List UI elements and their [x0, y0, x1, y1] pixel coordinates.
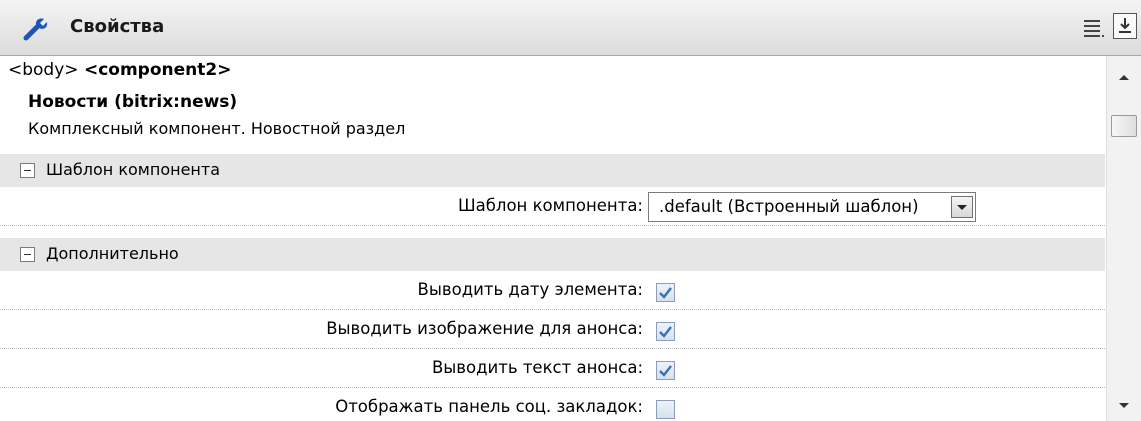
section-additional[interactable]: Дополнительно [0, 238, 1105, 271]
property-label: Выводить изображение для анонса: [326, 319, 643, 338]
properties-content: <body> <component2> Новости (bitrix:news… [0, 56, 1115, 421]
scroll-up-icon[interactable] [1117, 72, 1131, 82]
scrollbar-thumb[interactable] [1111, 115, 1137, 137]
section-component-template[interactable]: Шаблон компонента [0, 154, 1105, 187]
dock-down-button[interactable] [1113, 13, 1137, 39]
property-row-template: Шаблон компонента: .default (Встроенный … [0, 187, 1105, 226]
wrench-icon [23, 18, 48, 41]
properties-panel: Свойства <body> <component2> Новости (bi… [0, 0, 1141, 421]
check-icon [659, 326, 672, 338]
property-row-show-preview-image: Выводить изображение для анонса: [0, 310, 1105, 349]
show-preview-text-checkbox[interactable] [656, 361, 675, 380]
property-row-social-bookmarks: Отображать панель соц. закладок: [0, 388, 1105, 421]
chevron-down-icon[interactable] [951, 196, 973, 218]
property-label: Шаблон компонента: [457, 196, 643, 215]
scroll-down-icon[interactable] [1117, 401, 1131, 411]
property-row-show-preview-text: Выводить текст анонса: [0, 349, 1105, 388]
check-icon [659, 365, 672, 377]
collapse-icon[interactable] [20, 247, 35, 262]
property-label: Выводить текст анонса: [431, 358, 643, 377]
social-bookmarks-checkbox[interactable] [656, 400, 675, 419]
show-preview-image-checkbox[interactable] [656, 322, 675, 341]
show-date-checkbox[interactable] [656, 283, 675, 302]
collapse-icon[interactable] [20, 163, 35, 178]
panel-title: Свойства [70, 16, 165, 37]
dock-down-icon [1119, 18, 1131, 33]
select-value: .default (Встроенный шаблон) [659, 197, 919, 216]
property-label: Отображать панель соц. закладок: [335, 397, 643, 416]
breadcrumb: <body> <component2> [8, 60, 231, 80]
property-row-show-date: Выводить дату элемента: [0, 271, 1105, 310]
check-icon [659, 287, 672, 299]
list-menu-icon[interactable] [1082, 16, 1106, 40]
panel-header: Свойства [0, 0, 1141, 56]
component-name: Новости (bitrix:news) [28, 92, 238, 112]
breadcrumb-parent[interactable]: <body> [8, 60, 79, 80]
property-label: Выводить дату элемента: [417, 280, 643, 299]
template-select[interactable]: .default (Встроенный шаблон) [648, 192, 976, 222]
breadcrumb-current: <component2> [83, 60, 232, 80]
component-description: Комплексный компонент. Новостной раздел [28, 119, 406, 138]
vertical-scrollbar[interactable] [1106, 56, 1141, 421]
section-label: Дополнительно [46, 244, 179, 263]
section-label: Шаблон компонента [46, 160, 221, 179]
